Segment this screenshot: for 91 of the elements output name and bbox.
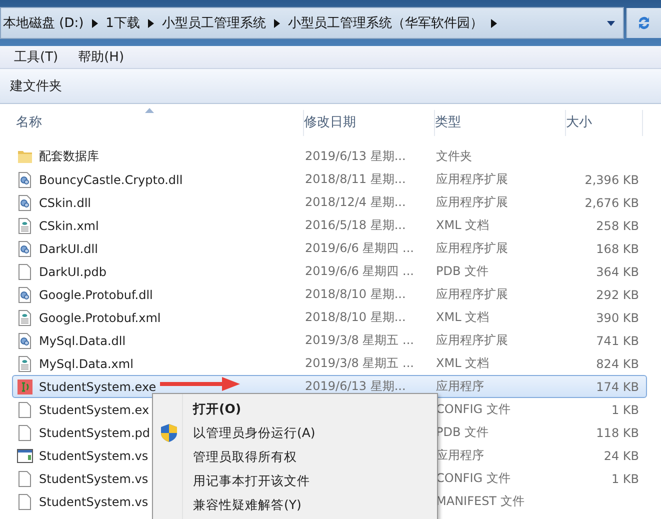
column-header[interactable]: 大小 — [566, 110, 643, 136]
chevron-icon[interactable] — [274, 18, 280, 28]
column-header[interactable]: 类型 — [435, 110, 566, 136]
file-type: MANIFEST 文件 — [436, 493, 524, 510]
document-icon — [17, 310, 33, 326]
file-type: 应用程序扩展 — [436, 194, 508, 211]
refresh-icon[interactable] — [636, 15, 652, 31]
file-name: 配套数据库 — [17, 148, 99, 165]
file-type: XML 文档 — [436, 309, 490, 326]
file-size: 168 KB — [596, 242, 639, 256]
new-folder-button[interactable]: 建文件夹 — [10, 77, 62, 95]
modified-date: 2019/3/8 星期五 ... — [305, 332, 414, 349]
breadcrumb[interactable]: 小型员工管理系统（华军软件园） — [288, 14, 483, 32]
file-name: StudentSystem.vs — [17, 494, 148, 510]
modified-date: 2018/12/4 星期... — [305, 194, 406, 211]
menu-item[interactable]: 帮助(H) — [78, 48, 124, 66]
file-name: Google.Protobuf.dll — [17, 286, 153, 302]
file-name: StudentSystem.exe — [17, 378, 156, 394]
file-size: 741 KB — [596, 334, 639, 348]
file-name: BouncyCastle.Crypto.dll — [17, 172, 183, 188]
file-type: CONFIG 文件 — [436, 401, 510, 418]
folder-icon — [17, 149, 33, 164]
modified-date: 2018/8/10 星期... — [305, 286, 406, 303]
menu-item[interactable]: 管理员取得所有权 — [153, 445, 437, 469]
menu-item[interactable]: 兼容性疑难解答(Y) — [153, 493, 437, 517]
file-name: DarkUI.pdb — [17, 264, 106, 280]
chevron-icon[interactable] — [148, 18, 154, 28]
file-size: 824 KB — [596, 356, 639, 370]
file-name: StudentSystem.vs — [17, 470, 148, 486]
file-icon — [17, 264, 33, 280]
document-icon — [17, 218, 33, 234]
file-name: MySql.Data.xml — [17, 356, 134, 372]
modified-date: 2018/8/10 星期... — [305, 309, 406, 326]
menu-item[interactable]: 工具(T) — [14, 48, 58, 66]
file-name: StudentSystem.pd — [17, 424, 150, 440]
file-icon — [17, 402, 33, 418]
document-icon — [17, 356, 33, 372]
file-size: 24 KB — [604, 448, 639, 462]
file-icon — [17, 494, 33, 510]
file-name: StudentSystem.ex — [17, 402, 150, 418]
file-type: 应用程序扩展 — [436, 240, 508, 257]
breadcrumb[interactable]: 本地磁盘 (D:) — [3, 14, 84, 32]
column-header[interactable]: 名称 — [16, 110, 304, 136]
file-size: 390 KB — [596, 310, 639, 324]
file-type: CONFIG 文件 — [436, 470, 510, 487]
sort-arrow-icon — [145, 108, 154, 113]
file-type: 文件夹 — [436, 148, 472, 165]
modified-date: 2016/5/18 星期... — [305, 217, 406, 234]
file-size: 2,396 KB — [584, 172, 639, 186]
file-name: MySql.Data.dll — [17, 332, 126, 348]
file-name: CSkin.dll — [17, 194, 91, 210]
file-size: 258 KB — [596, 218, 639, 232]
file-name: Google.Protobuf.xml — [17, 310, 161, 326]
menu-item[interactable]: 以管理员身份运行(A) — [153, 421, 437, 445]
file-size: 1 KB — [611, 472, 639, 486]
file-size: 364 KB — [596, 264, 639, 278]
file-type: 应用程序扩展 — [436, 171, 508, 188]
modified-date: 2018/8/11 星期... — [305, 171, 406, 188]
breadcrumb[interactable]: 小型员工管理系统 — [162, 14, 266, 32]
shield-icon — [161, 424, 177, 442]
file-size: 2,676 KB — [584, 196, 639, 210]
file-size: 292 KB — [596, 288, 639, 302]
chevron-icon[interactable] — [92, 18, 98, 28]
modified-date: 2019/3/8 星期五 ... — [305, 355, 414, 372]
chevron-icon[interactable] — [490, 18, 497, 28]
file-type: PDB 文件 — [436, 263, 489, 280]
file-type: 应用程序扩展 — [436, 332, 508, 349]
file-icon — [17, 424, 33, 440]
modified-date: 2019/6/13 星期... — [305, 148, 406, 165]
menu-item[interactable]: 用记事本打开该文件 — [153, 469, 437, 493]
dropdown-icon[interactable] — [607, 20, 615, 26]
breadcrumb[interactable]: 1下载 — [106, 14, 140, 32]
menu-item[interactable]: 打开(O) — [153, 397, 437, 421]
window-icon — [17, 448, 33, 462]
file-size: 1 KB — [611, 402, 639, 416]
file-type: XML 文档 — [436, 355, 490, 372]
file-name: DarkUI.dll — [17, 240, 98, 256]
address-bar[interactable]: 本地磁盘 (D:) 1下载 小型员工管理系统 小型员工管理系统（华军软件园） — [0, 7, 624, 39]
file-name: CSkin.xml — [17, 218, 99, 234]
file-type: 应用程序 — [436, 378, 484, 395]
file-type: XML 文档 — [436, 217, 490, 234]
file-size: 118 KB — [596, 426, 639, 440]
file-icon — [17, 470, 33, 486]
file-size: 174 KB — [596, 380, 639, 394]
file-name: StudentSystem.vs — [17, 448, 148, 462]
modified-date: 2019/6/6 星期四 ... — [305, 240, 414, 257]
file-type: 应用程序扩展 — [436, 286, 508, 303]
application-icon — [17, 378, 33, 394]
column-header[interactable]: 修改日期 — [304, 110, 435, 136]
modified-date: 2019/6/6 星期四 ... — [305, 263, 414, 280]
modified-date: 2019/6/13 星期... — [305, 378, 406, 395]
